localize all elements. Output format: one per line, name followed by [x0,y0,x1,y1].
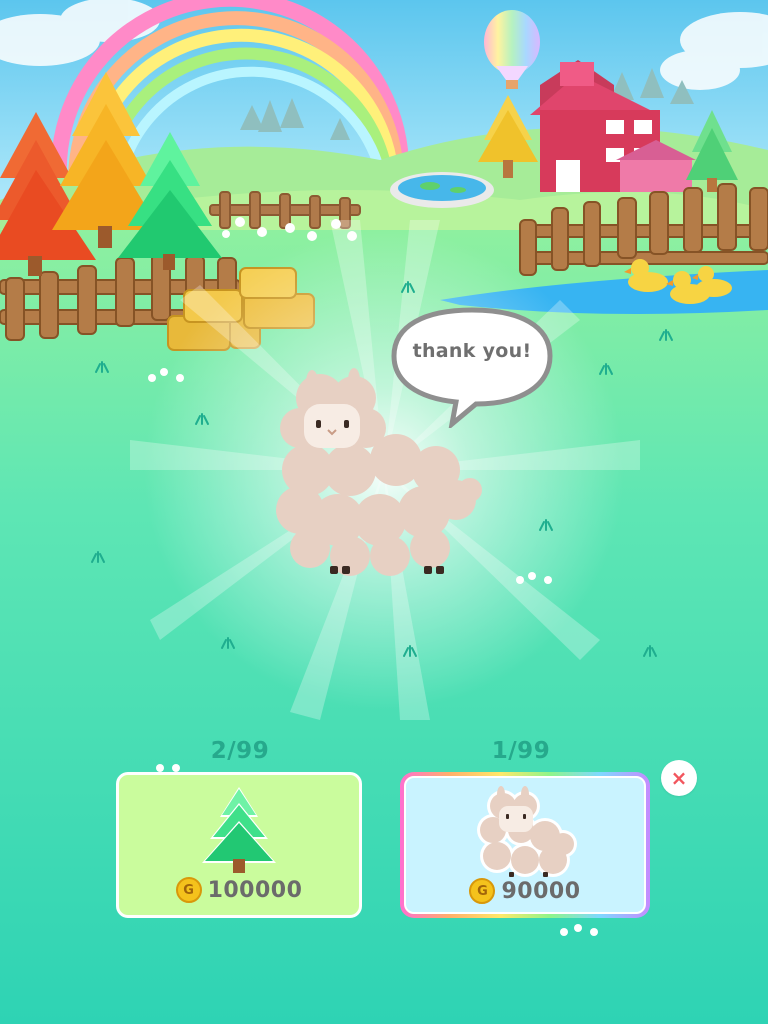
game-scene: thank you! 2/99 1/99 G 100000 G 90000 × [0,0,768,1024]
pine-tree-icon [202,787,276,873]
speech-bubble: thank you! [390,306,554,428]
gold-coin-icon: G [175,877,202,903]
tree-price: G 100000 [119,877,359,903]
alpaca-icon [477,786,577,877]
alpaca-counter: 1/99 [491,738,551,764]
tree-price-value: 100000 [207,877,303,903]
speech-text: thank you! [412,340,532,362]
buy-tree-card[interactable]: G 100000 [116,772,362,918]
alpaca-price: G 90000 [406,878,644,904]
close-button[interactable]: × [661,760,697,796]
tree-counter: 2/99 [210,738,270,764]
gold-coin-icon: G [469,878,496,904]
speech-bubble-shape [391,307,553,428]
buy-alpaca-card[interactable]: G 90000 [400,772,650,918]
buy-alpaca-card-inner: G 90000 [404,776,646,914]
alpaca-price-value: 90000 [501,878,581,904]
